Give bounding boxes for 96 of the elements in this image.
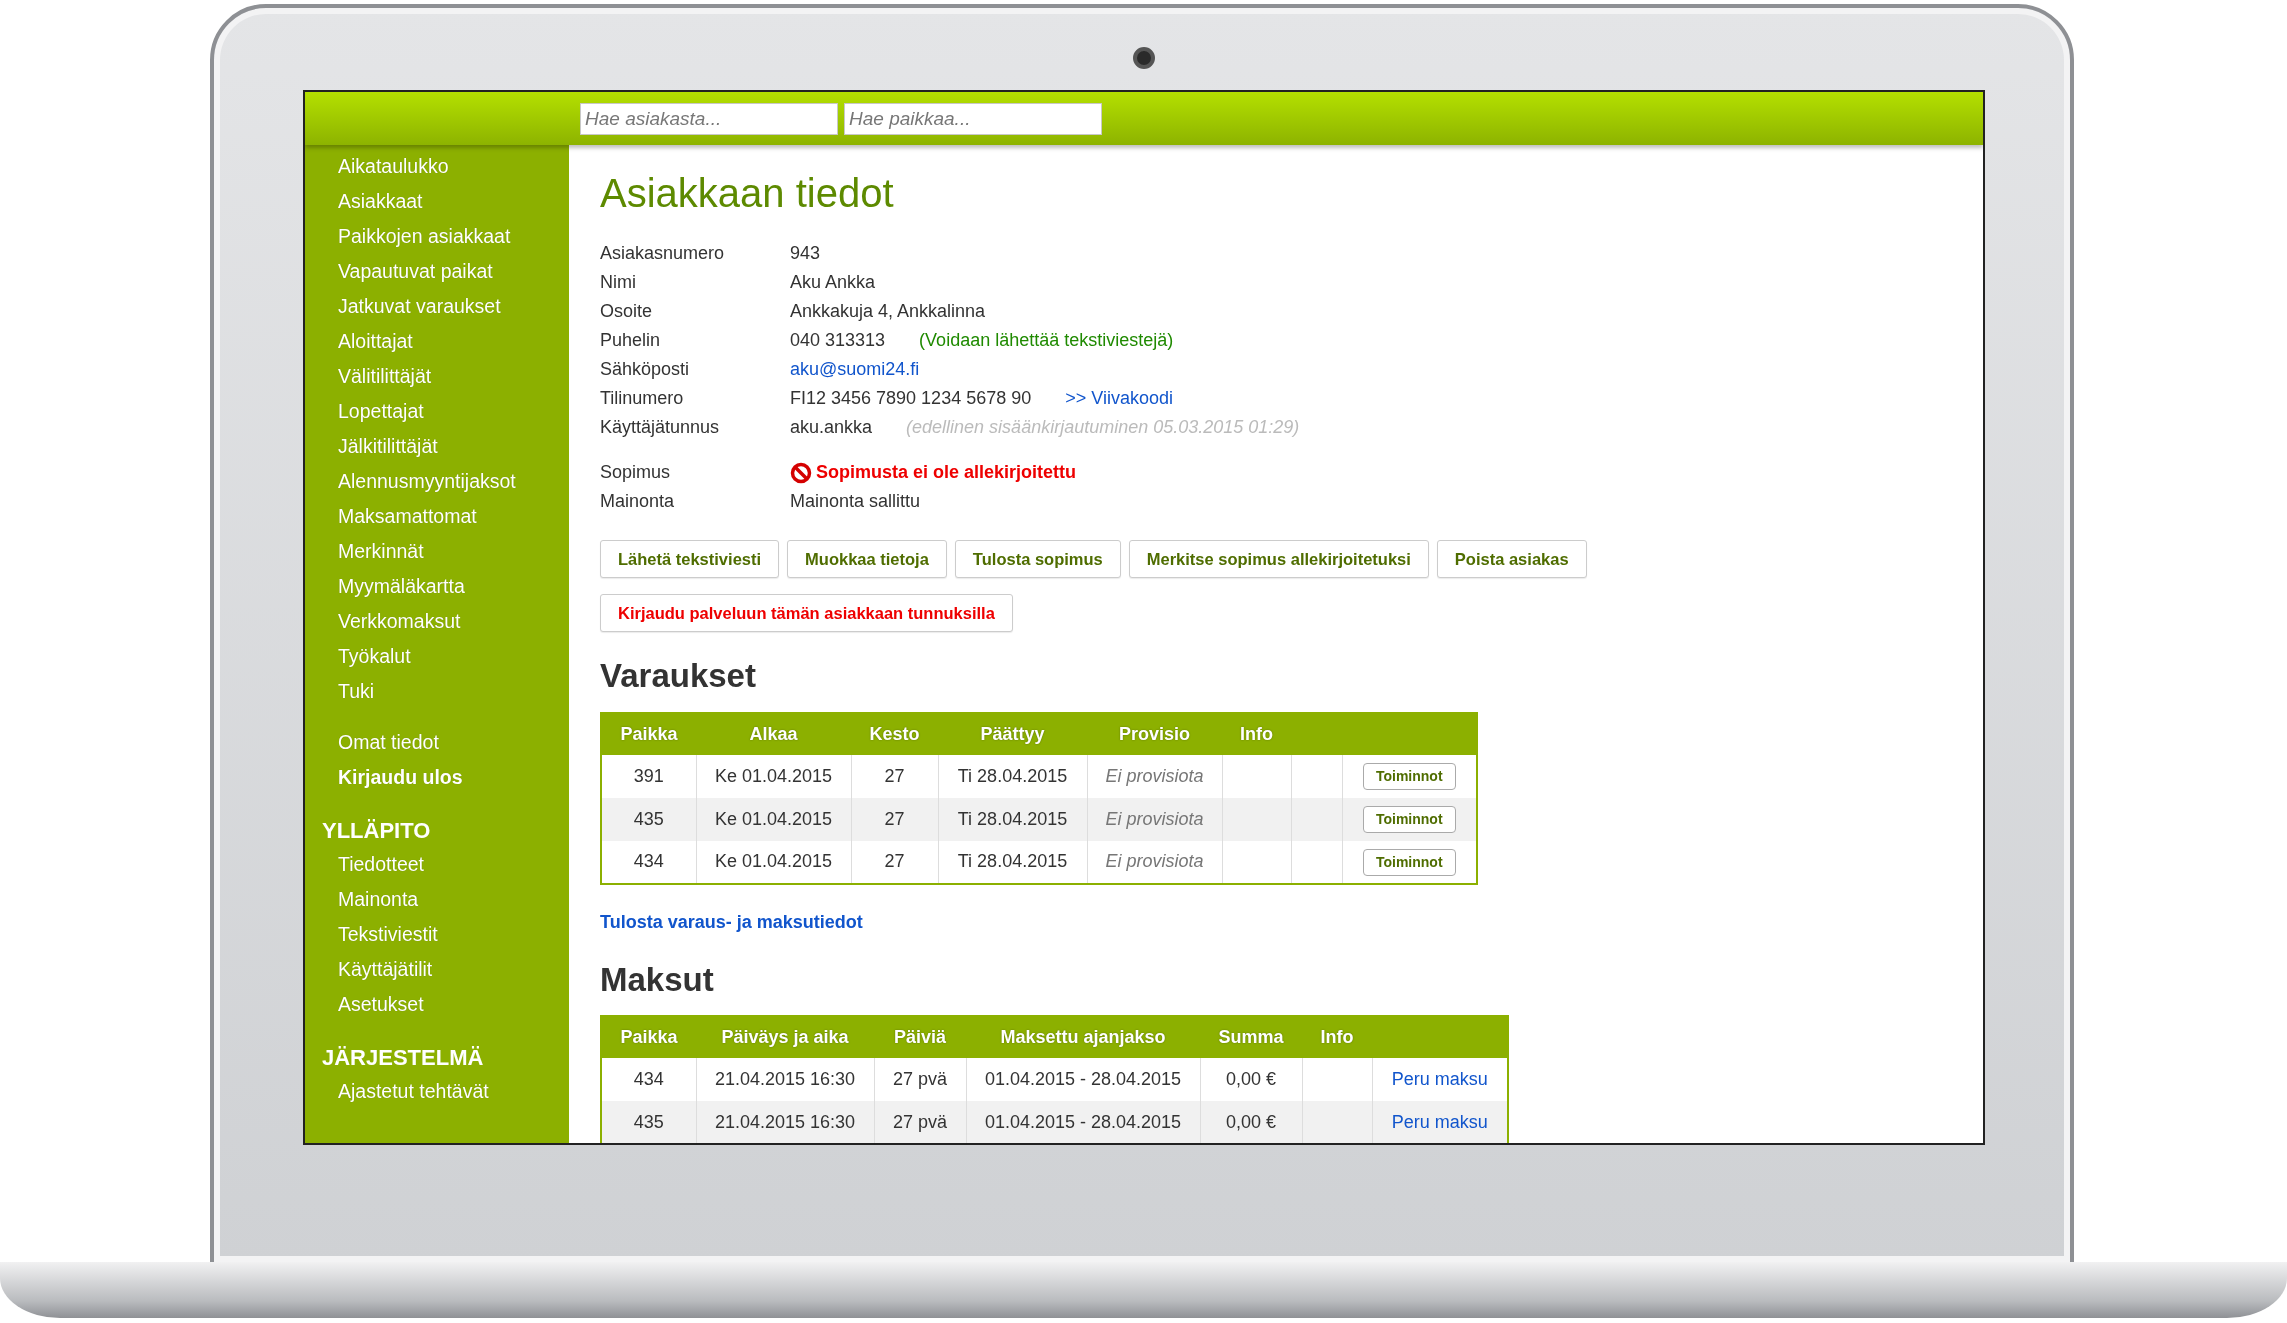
sidebar-item[interactable]: Työkalut	[305, 639, 569, 674]
search-field[interactable]: Hae paikkaa...	[844, 102, 1102, 135]
table-cell: Ti 28.04.2015	[938, 840, 1087, 884]
actions-button[interactable]: Toiminnot	[1362, 848, 1456, 876]
sidebar-item[interactable]: Aikataulukko	[305, 149, 569, 184]
table-cell: 21.04.2015 16:30	[696, 1101, 874, 1143]
column-header: Päättyy	[938, 712, 1087, 755]
field-note: (Voidaan lähettää tekstiviestejä)	[919, 329, 1174, 352]
table-cell: 434	[601, 840, 696, 884]
actions-button[interactable]: Toiminnot	[1362, 763, 1456, 791]
field-value: 040 313313	[790, 329, 886, 352]
sidebar-item[interactable]: Asetukset	[305, 987, 569, 1022]
section-heading: Varaukset	[600, 656, 757, 696]
table-cell: Ei provisiota	[1087, 840, 1222, 884]
column-header: Kesto	[851, 712, 938, 755]
table-cell: Ke 01.04.2015	[696, 797, 851, 841]
cancel-payment-link[interactable]: Peru maksu	[1391, 1069, 1488, 1090]
field-value: 943	[790, 242, 821, 265]
sidebar-item[interactable]: Maksamattomat	[305, 499, 569, 534]
sidebar-item[interactable]: Vapautuvat paikat	[305, 254, 569, 289]
table-cell: 27 pvä	[874, 1101, 966, 1143]
logout-link[interactable]: Kirjaudu ulos	[305, 760, 569, 795]
column-header: Info	[1222, 712, 1291, 755]
sidebar-item[interactable]: Käyttäjätilit	[305, 952, 569, 987]
action-button[interactable]: Muokkaa tietoja	[787, 540, 947, 578]
table-cell: 01.04.2015 - 28.04.2015	[966, 1101, 1200, 1143]
field-value: Aku Ankka	[790, 271, 876, 294]
field-value: aku.ankka	[790, 416, 873, 439]
sidebar-item[interactable]: Jälkitilittäjät	[305, 429, 569, 464]
column-header: Maksettu ajanjakso	[966, 1016, 1200, 1059]
table-cell: Ke 01.04.2015	[696, 840, 851, 884]
field-label: Puhelin	[600, 329, 662, 352]
table-cell: 435	[601, 797, 696, 841]
barcode-link[interactable]: >> Viivakoodi	[1065, 384, 1173, 413]
column-header: Päiväys ja aika	[696, 1016, 874, 1059]
table-cell: Ti 28.04.2015	[938, 797, 1087, 841]
sidebar-heading: YLLÄPITO	[321, 817, 432, 845]
section-heading: Maksut	[600, 959, 715, 1000]
search-field[interactable]: Hae asiakasta...	[580, 102, 838, 135]
column-header: Paikka	[601, 1016, 696, 1059]
sidebar-item[interactable]: Välitilittäjät	[305, 359, 569, 394]
column-header: Alkaa	[696, 712, 851, 755]
action-button[interactable]: Merkitse sopimus allekirjoitetuksi	[1128, 540, 1429, 578]
actions-button[interactable]: Toiminnot	[1362, 806, 1456, 834]
action-button[interactable]: Kirjaudu palveluun tämän asiakkaan tunnuksilla	[600, 594, 1013, 632]
print-link[interactable]: Tulosta varaus- ja maksutiedot	[600, 911, 863, 932]
sidebar-item[interactable]: Tekstiviestit	[305, 917, 569, 952]
field-label: Osoite	[600, 300, 654, 323]
action-button[interactable]: Lähetä tekstiviesti	[600, 540, 780, 578]
table-cell: 391	[601, 754, 696, 798]
sidebar-item[interactable]: Omat tiedot	[305, 725, 569, 760]
field-label: Asiakasnumero	[600, 242, 726, 265]
field-note: (edellinen sisäänkirjautuminen 05.03.2015 01:29)	[906, 416, 1300, 439]
column-header: Summa	[1200, 1016, 1302, 1059]
sidebar-item[interactable]: Tuki	[305, 674, 569, 709]
field-label: Käyttäjätunnus	[600, 416, 721, 439]
sidebar-item[interactable]: Asiakkaat	[305, 184, 569, 219]
table-cell: 435	[601, 1101, 696, 1143]
sidebar-item[interactable]: Myymäläkartta	[305, 569, 569, 604]
table-cell: Ei provisiota	[1087, 754, 1222, 798]
table-cell: Ei provisiota	[1087, 797, 1222, 841]
action-button[interactable]: Tulosta sopimus	[954, 540, 1121, 578]
column-header: Paikka	[601, 712, 696, 755]
column-header: Provisio	[1087, 712, 1222, 755]
table-cell: 27	[851, 797, 938, 841]
field-label: Sopimus	[600, 461, 672, 484]
field-label: Mainonta	[600, 490, 676, 513]
sidebar-item[interactable]: Aloittajat	[305, 324, 569, 359]
contract-status: Sopimusta ei ole allekirjoitettu	[816, 461, 1077, 484]
sidebar-item[interactable]: Merkinnät	[305, 534, 569, 569]
sidebar-item[interactable]: Lopettajat	[305, 394, 569, 429]
field-label: Nimi	[600, 271, 637, 294]
table-cell: 27	[851, 754, 938, 798]
table-cell: 27	[851, 840, 938, 884]
prohibited-icon	[790, 461, 812, 484]
field-value: Mainonta sallittu	[790, 490, 921, 513]
page-title: Asiakkaan tiedot	[600, 170, 895, 217]
column-header: Päiviä	[874, 1016, 966, 1059]
table-cell: Ke 01.04.2015	[696, 754, 851, 798]
table-cell: 0,00 €	[1200, 1101, 1302, 1143]
sidebar-item[interactable]: Verkkomaksut	[305, 604, 569, 639]
sidebar-item[interactable]: Alennusmyyntijaksot	[305, 464, 569, 499]
field-label: Sähköposti	[600, 358, 691, 381]
field-label: Tilinumero	[600, 387, 685, 410]
sidebar-item[interactable]: Tiedotteet	[305, 847, 569, 882]
sidebar-item[interactable]: Mainonta	[305, 882, 569, 917]
action-button[interactable]: Poista asiakas	[1436, 540, 1587, 578]
column-header: Info	[1302, 1016, 1372, 1059]
sidebar-heading: JÄRJESTELMÄ	[321, 1044, 485, 1072]
email-link[interactable]: aku@suomi24.fi	[790, 355, 920, 384]
sidebar-item[interactable]: Ajastetut tehtävät	[305, 1074, 569, 1109]
field-value: Ankkakuja 4, Ankkalinna	[790, 300, 986, 323]
sidebar-item[interactable]: Jatkuvat varaukset	[305, 289, 569, 324]
field-value: FI12 3456 7890 1234 5678 90	[790, 387, 1032, 410]
sidebar-item[interactable]: Paikkojen asiakkaat	[305, 219, 569, 254]
table-cell: Ti 28.04.2015	[938, 754, 1087, 798]
